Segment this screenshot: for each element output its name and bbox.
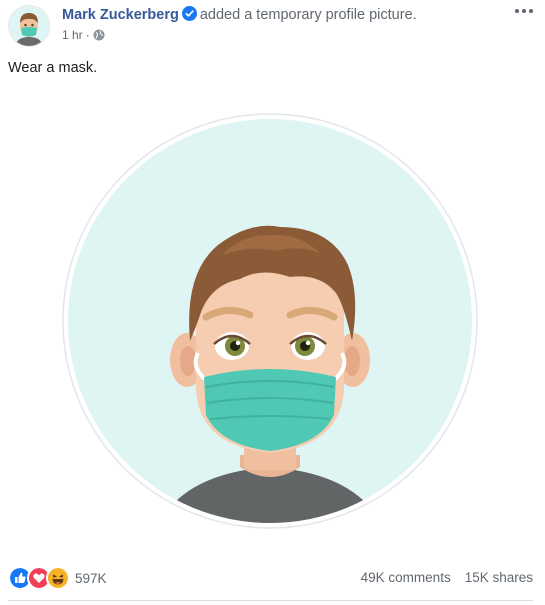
post-timestamp[interactable]: 1 hr [62, 28, 83, 42]
feed-post: Mark Zuckerberg added a temporary profil… [0, 0, 545, 605]
reaction-count[interactable]: 597K [75, 571, 107, 586]
haha-icon [46, 566, 70, 590]
footer-divider [8, 600, 533, 601]
post-meta: 1 hr · [62, 28, 105, 42]
shares-count[interactable]: 15K shares [465, 570, 533, 585]
reactions-summary[interactable]: 597K [8, 566, 107, 590]
engagement-stats: 49K comments 15K shares [361, 570, 533, 585]
globe-icon[interactable] [93, 29, 105, 41]
author-avatar[interactable] [8, 5, 50, 47]
comments-count[interactable]: 49K comments [361, 570, 451, 585]
post-caption: Wear a mask. [8, 60, 98, 76]
author-name[interactable]: Mark Zuckerberg [62, 7, 179, 23]
verified-badge-icon [181, 6, 197, 21]
more-options-icon[interactable] [513, 4, 535, 18]
post-header-line: Mark Zuckerberg added a temporary profil… [62, 6, 417, 24]
meta-separator: · [85, 28, 90, 42]
profile-picture-image[interactable] [0, 95, 545, 550]
post-action-text: added a temporary profile picture. [199, 7, 417, 23]
